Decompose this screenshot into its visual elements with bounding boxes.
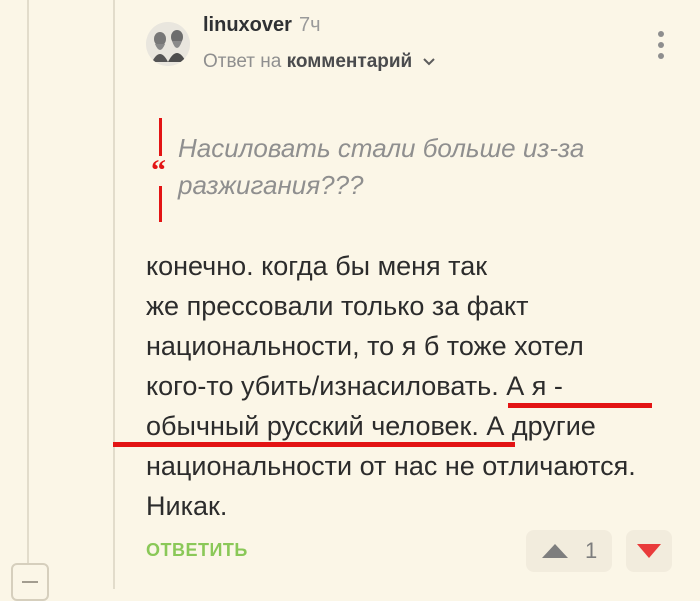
quote-text: Насиловать стали больше из-за разжигания… xyxy=(178,133,585,200)
body-line: конечно. когда бы меня так xyxy=(146,251,488,281)
chevron-down-icon[interactable] xyxy=(422,57,436,67)
reply-button[interactable]: ОТВЕТИТЬ xyxy=(146,540,248,561)
comment-body: конечно. когда бы меня так же прессовали… xyxy=(146,246,686,526)
downvote-button[interactable] xyxy=(626,530,672,572)
thread-line xyxy=(27,0,29,589)
reply-target-link[interactable]: комментарий xyxy=(287,51,413,72)
body-line: национальности от нас не отличаются. xyxy=(146,451,636,481)
svg-text:“: “ xyxy=(151,154,166,187)
body-line: Никак. xyxy=(146,491,228,521)
red-underline-annotation xyxy=(508,403,652,408)
reply-to: Ответ на комментарий xyxy=(203,51,436,73)
body-line: кого-то убить/изнасиловать. А я - xyxy=(146,371,563,401)
thread-line xyxy=(113,0,115,589)
comment-time: 7ч xyxy=(299,14,321,36)
triangle-up-icon xyxy=(542,544,568,558)
body-line: обычный русский человек. А другие xyxy=(146,411,596,441)
quote-mark-icon: “ xyxy=(151,118,166,222)
avatar[interactable] xyxy=(146,22,190,66)
rating-count: 1 xyxy=(585,538,598,563)
upvote-button[interactable]: 1 xyxy=(526,530,612,572)
collapse-thread-button[interactable] xyxy=(11,563,49,601)
red-underline-annotation xyxy=(113,442,515,447)
body-line: же прессовали только за факт xyxy=(146,291,529,321)
body-line: национальности, то я б тоже хотел xyxy=(146,331,584,361)
triangle-down-icon xyxy=(637,544,661,558)
username[interactable]: linuxover xyxy=(203,14,292,37)
reply-prefix: Ответ на xyxy=(203,51,282,72)
vertical-dots-icon[interactable] xyxy=(657,31,665,61)
